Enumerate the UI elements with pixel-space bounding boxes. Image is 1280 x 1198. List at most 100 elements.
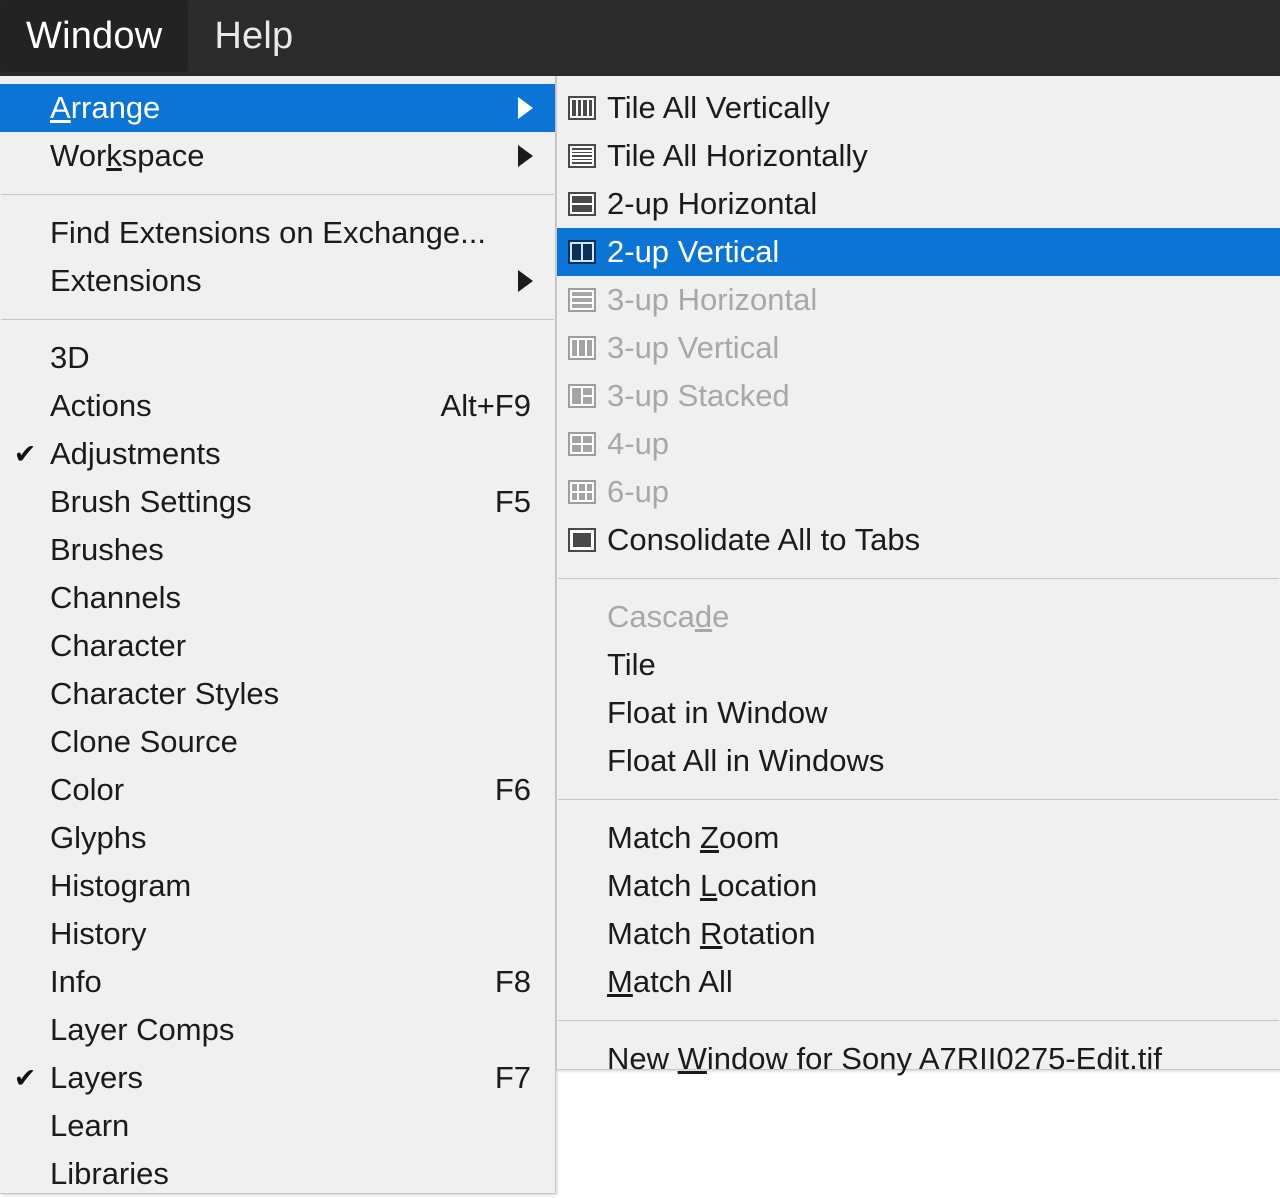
- menu-item-actions[interactable]: Actions Alt+F9: [0, 382, 555, 430]
- menubar-item-help[interactable]: Help: [188, 0, 319, 72]
- icon-cell: [572, 292, 592, 296]
- submenu-item-label: Match Zoom: [607, 820, 780, 855]
- menu-item-label: History: [50, 916, 147, 951]
- icon-cell: [572, 158, 592, 161]
- menu-item-adjustments[interactable]: ✔ Adjustments: [0, 430, 555, 478]
- submenu-item-label: Tile: [607, 647, 656, 682]
- menu-item-info[interactable]: Info F8: [0, 958, 555, 1006]
- menu-item-histogram[interactable]: Histogram: [0, 862, 555, 910]
- menu-item-character[interactable]: Character: [0, 622, 555, 670]
- submenu-item-3-up-vertical[interactable]: 3-up Vertical: [557, 324, 1280, 372]
- submenu-arrow-icon: [518, 270, 555, 292]
- icon-cell: [572, 100, 576, 116]
- submenu-item-consolidate-all-to-tabs[interactable]: Consolidate All to Tabs: [557, 516, 1280, 564]
- submenu-item-tile-all-vertically[interactable]: Tile All Vertically: [557, 84, 1280, 132]
- submenu-group-gap: [557, 579, 1280, 593]
- icon-cell: [583, 397, 592, 404]
- menu-item-shortcut: F5: [494, 484, 531, 519]
- menu-item-brush-settings[interactable]: Brush Settings F5: [0, 478, 555, 526]
- submenu-item-tile[interactable]: Tile: [557, 641, 1280, 689]
- submenu-item-label: 3-up Horizontal: [607, 282, 818, 317]
- menu-group-gap: [0, 305, 555, 319]
- submenu-item-6-up[interactable]: 6-up: [557, 468, 1280, 516]
- submenu-item-match-zoom[interactable]: Match Zoom: [557, 814, 1280, 862]
- menubar-item-window[interactable]: Window: [0, 0, 189, 72]
- menu-item-workspace[interactable]: Workspace: [0, 132, 555, 180]
- submenu-item-2-up-horizontal[interactable]: 2-up Horizontal: [557, 180, 1280, 228]
- check-mark-icon: ✔: [13, 1062, 37, 1093]
- menu-item-color[interactable]: Color F6: [0, 766, 555, 814]
- menu-item-arrange[interactable]: Arrange: [0, 84, 555, 132]
- submenu-item-match-location[interactable]: Match Location: [557, 862, 1280, 910]
- menu-item-shortcut: F7: [494, 1060, 531, 1095]
- icon-cell: [577, 100, 581, 116]
- menu-item-label: Workspace: [50, 138, 205, 173]
- menu-item-layers[interactable]: ✔ Layers F7: [0, 1054, 555, 1102]
- two-up-horizontal-icon: [568, 192, 596, 216]
- icon-cell: [586, 484, 592, 491]
- four-up-icon: [568, 432, 596, 456]
- menu-item-label: Histogram: [50, 868, 192, 903]
- menu-item-3d[interactable]: 3D: [0, 334, 555, 382]
- menu-item-label: Character Styles: [50, 676, 280, 711]
- menu-item-label: Learn: [50, 1108, 130, 1143]
- submenu-item-new-window-for-sony-a7rii0275-edit-tif[interactable]: New Window for Sony A7RII0275-Edit.tif: [557, 1035, 1280, 1083]
- menu-item-channels[interactable]: Channels: [0, 574, 555, 622]
- menu-item-shortcut: Alt+F9: [440, 388, 531, 423]
- menu-item-label: Clone Source: [50, 724, 238, 759]
- menu-top-padding: [0, 76, 555, 84]
- submenu-item-tile-all-horizontally[interactable]: Tile All Horizontally: [557, 132, 1280, 180]
- menu-item-history[interactable]: History: [0, 910, 555, 958]
- icon-cell: [572, 244, 581, 260]
- layout-icon-wrap: [557, 336, 607, 360]
- submenu-item-cascade[interactable]: Cascade: [557, 593, 1280, 641]
- menu-item-layer-comps[interactable]: Layer Comps: [0, 1006, 555, 1054]
- icon-cell: [572, 205, 592, 212]
- menu-item-label: Extensions: [50, 263, 202, 298]
- menu-item-glyphs[interactable]: Glyphs: [0, 814, 555, 862]
- submenu-item-float-all-in-windows[interactable]: Float All in Windows: [557, 737, 1280, 785]
- menu-item-label: Actions: [50, 388, 152, 423]
- menu-item-learn[interactable]: Learn: [0, 1102, 555, 1150]
- layout-icon-wrap: [557, 192, 607, 216]
- menu-item-find-extensions-on-exchange[interactable]: Find Extensions on Exchange...: [0, 209, 555, 257]
- submenu-item-2-up-vertical[interactable]: 2-up Vertical: [557, 228, 1280, 276]
- icon-cell: [579, 493, 585, 500]
- submenu-group-gap: [557, 564, 1280, 578]
- submenu-item-4-up[interactable]: 4-up: [557, 420, 1280, 468]
- menu-item-clone-source[interactable]: Clone Source: [0, 718, 555, 766]
- menu-item-label: Brushes: [50, 532, 164, 567]
- submenu-item-label: Match Rotation: [607, 916, 816, 951]
- submenu-item-label: 2-up Horizontal: [607, 186, 818, 221]
- icon-cell: [579, 484, 585, 491]
- icon-cell: [572, 340, 578, 356]
- menu-item-label: Channels: [50, 580, 181, 615]
- menu-item-label: Layer Comps: [50, 1012, 235, 1047]
- icon-cell: [583, 244, 592, 260]
- submenu-item-match-all[interactable]: Match All: [557, 958, 1280, 1006]
- icon-cell: [579, 340, 585, 356]
- submenu-group-gap: [557, 1021, 1280, 1035]
- submenu-item-3-up-stacked[interactable]: 3-up Stacked: [557, 372, 1280, 420]
- menu-item-brushes[interactable]: Brushes: [0, 526, 555, 574]
- submenu-item-3-up-horizontal[interactable]: 3-up Horizontal: [557, 276, 1280, 324]
- menu-item-character-styles[interactable]: Character Styles: [0, 670, 555, 718]
- icon-stack-col: [583, 388, 592, 404]
- submenu-item-label: 6-up: [607, 474, 670, 509]
- menu-item-libraries[interactable]: Libraries: [0, 1150, 555, 1198]
- menu-item-extensions[interactable]: Extensions: [0, 257, 555, 305]
- icon-cell: [588, 100, 592, 116]
- layout-icon-wrap: [557, 240, 607, 264]
- submenu-item-match-rotation[interactable]: Match Rotation: [557, 910, 1280, 958]
- submenu-item-float-in-window[interactable]: Float in Window: [557, 689, 1280, 737]
- menu-item-label: Character: [50, 628, 187, 663]
- layout-icon-wrap: [557, 144, 607, 168]
- submenu-item-label: 3-up Stacked: [607, 378, 790, 413]
- icon-cell: [573, 533, 591, 547]
- layout-icon-wrap: [557, 288, 607, 312]
- icon-cell: [572, 298, 592, 302]
- icon-cell: [572, 155, 592, 157]
- layout-icon-wrap: [557, 384, 607, 408]
- menu-item-label: Libraries: [50, 1156, 169, 1191]
- submenu-top-padding: [557, 76, 1280, 84]
